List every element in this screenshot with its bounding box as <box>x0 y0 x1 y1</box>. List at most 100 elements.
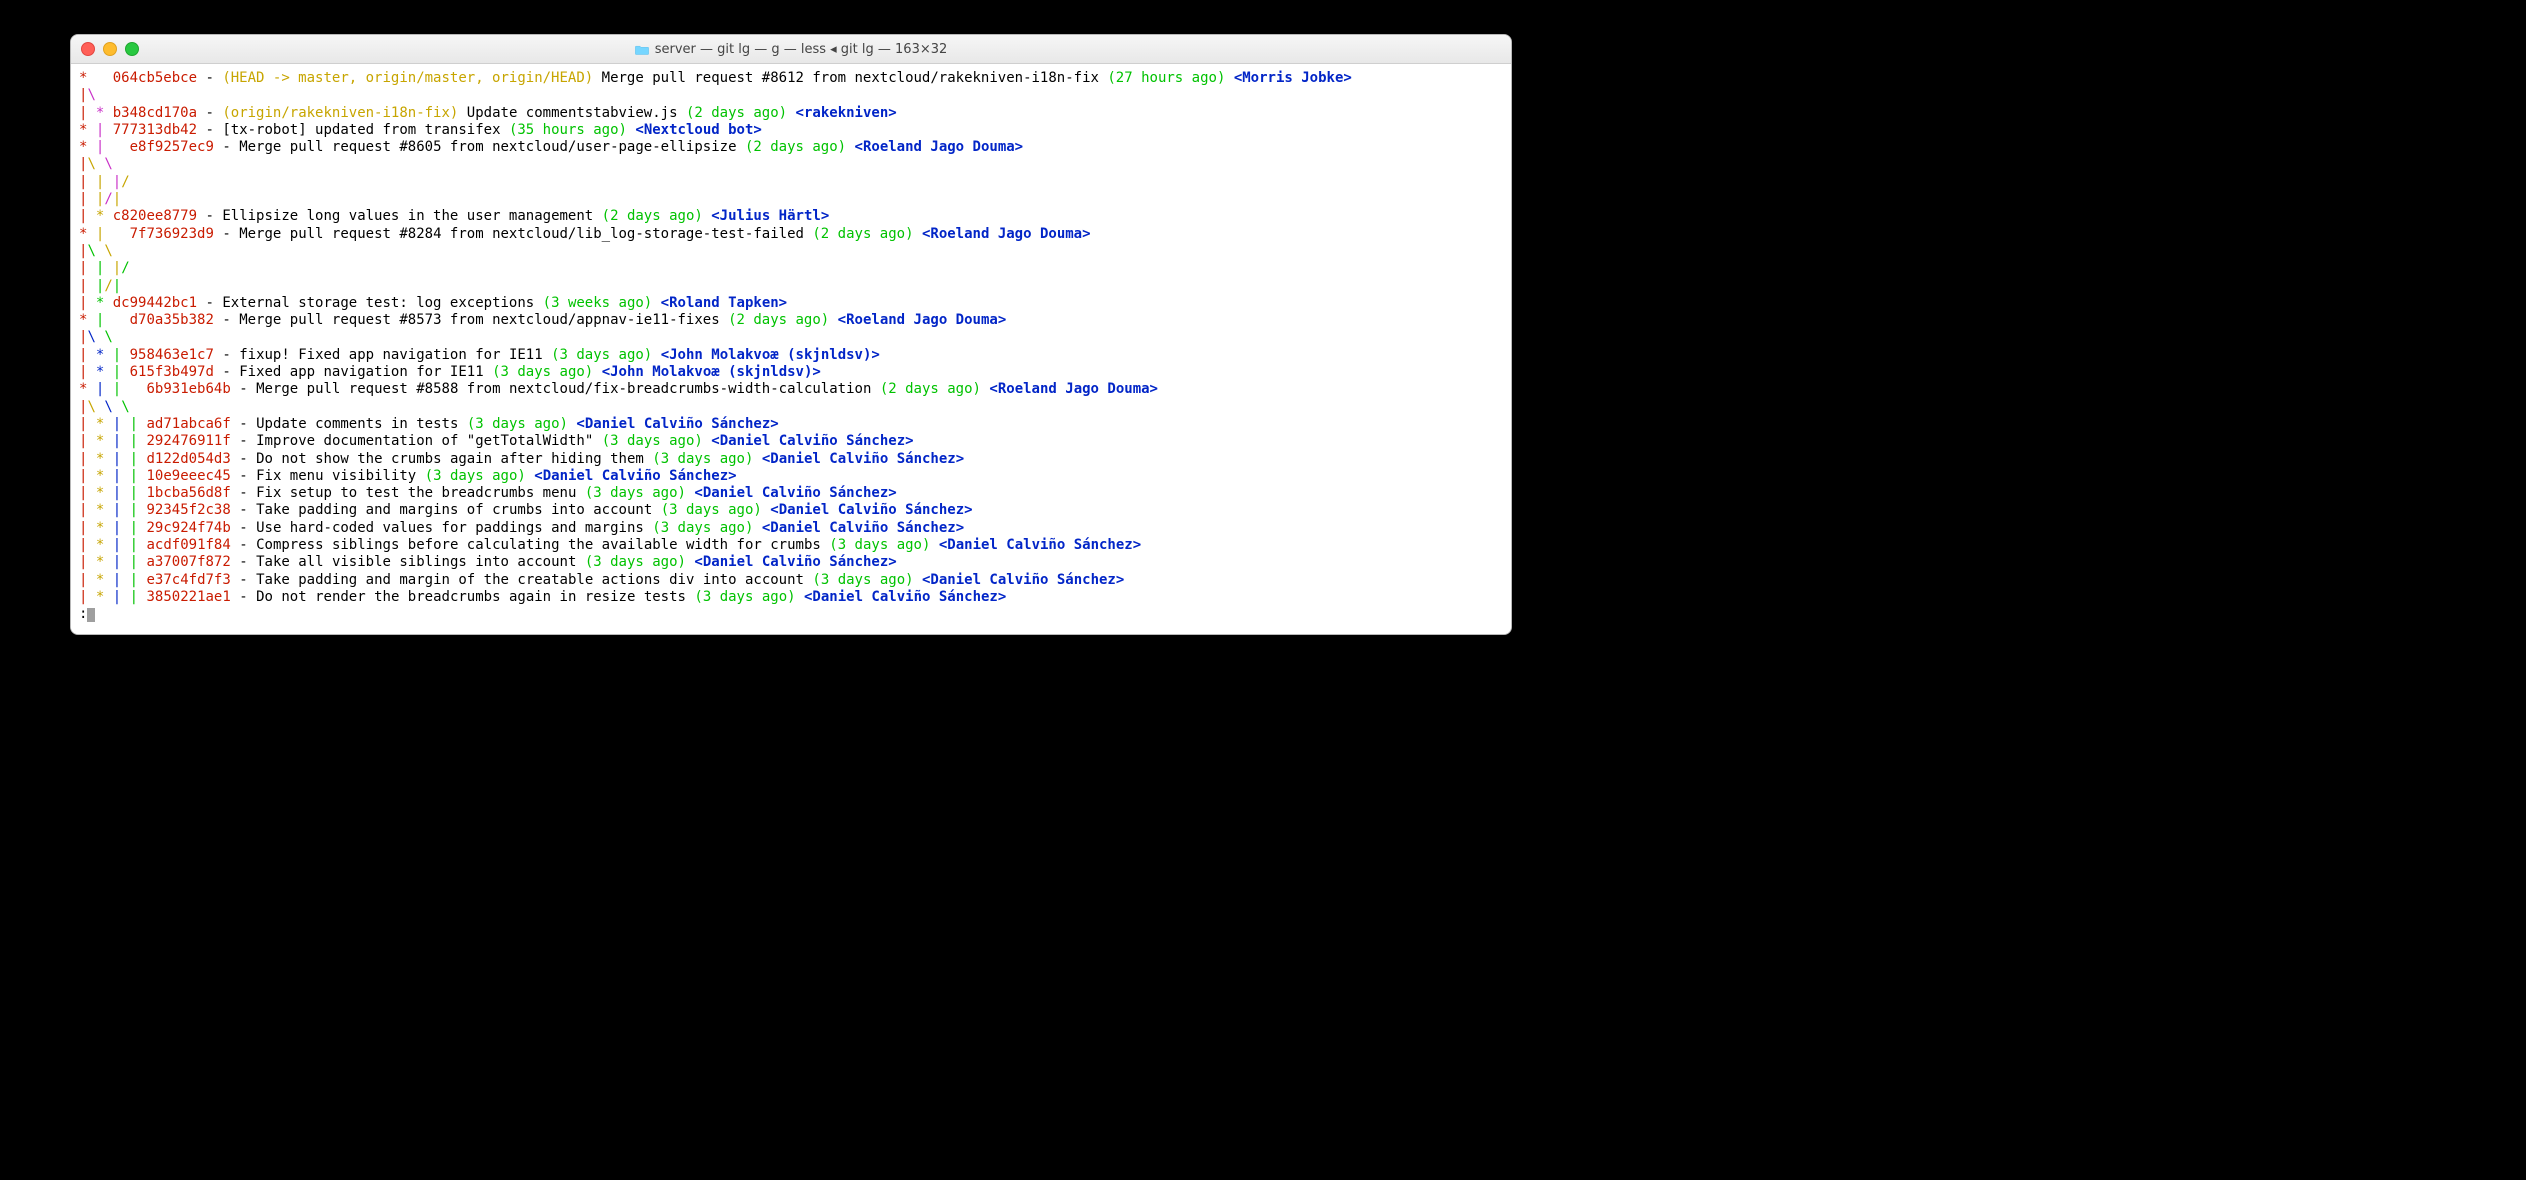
commit-author: <John Molakvoæ (skjnldsv)> <box>602 364 821 380</box>
graph-segment <box>87 364 95 380</box>
commit-age: (3 days ago) <box>829 537 930 553</box>
git-log-graph: | |/| <box>79 278 1503 295</box>
commit-message: Take padding and margins of crumbs into … <box>256 502 652 518</box>
graph-segment <box>87 381 95 397</box>
commit-age: (3 days ago) <box>492 364 593 380</box>
git-log-commit: | * c820ee8779 - Ellipsize long values i… <box>79 208 1503 225</box>
commit-hash: 777313db42 <box>113 122 197 138</box>
commit-author: <Daniel Calviño Sánchez> <box>711 433 913 449</box>
commit-author: <Daniel Calviño Sánchez> <box>762 451 964 467</box>
graph-segment: \ <box>104 156 112 172</box>
git-log-commit: | * | | 10e9eeec45 - Fix menu visibility… <box>79 468 1503 485</box>
graph-segment <box>104 139 129 155</box>
commit-message: Fixed app navigation for IE11 <box>239 364 483 380</box>
graph-segment <box>121 572 129 588</box>
graph-segment: \ <box>87 399 95 415</box>
commit-age: (3 days ago) <box>652 451 753 467</box>
zoom-button[interactable] <box>125 42 139 56</box>
graph-segment: | <box>113 468 121 484</box>
graph-segment <box>87 347 95 363</box>
graph-segment: | <box>113 537 121 553</box>
commit-message: Update commentstabview.js <box>467 105 678 121</box>
commit-author: <rakekniven> <box>796 105 897 121</box>
commit-age: (3 days ago) <box>551 347 652 363</box>
graph-segment <box>104 105 112 121</box>
commit-author: <Daniel Calviño Sánchez> <box>762 520 964 536</box>
graph-segment: | <box>113 554 121 570</box>
graph-segment: | <box>113 347 121 363</box>
graph-segment <box>104 520 112 536</box>
commit-message: Fix menu visibility <box>256 468 416 484</box>
graph-segment: | <box>130 451 138 467</box>
graph-segment: \ <box>87 156 95 172</box>
graph-segment: | <box>130 433 138 449</box>
graph-segment <box>104 174 112 190</box>
graph-segment <box>138 554 146 570</box>
graph-segment <box>87 468 95 484</box>
graph-segment <box>104 502 112 518</box>
commit-message: Improve documentation of "getTotalWidth" <box>256 433 593 449</box>
commit-message: Merge pull request #8573 from nextcloud/… <box>239 312 719 328</box>
commit-hash: b348cd170a <box>113 105 197 121</box>
graph-segment <box>121 537 129 553</box>
commit-hash: acdf091f84 <box>147 537 231 553</box>
graph-segment <box>104 347 112 363</box>
less-prompt[interactable]: : <box>79 606 1503 623</box>
commit-hash: a37007f872 <box>147 554 231 570</box>
commit-hash: e8f9257ec9 <box>130 139 214 155</box>
graph-segment <box>87 122 95 138</box>
graph-segment <box>121 554 129 570</box>
commit-age: (2 days ago) <box>728 312 829 328</box>
graph-segment <box>104 554 112 570</box>
graph-segment <box>87 537 95 553</box>
commit-hash: 10e9eeec45 <box>147 468 231 484</box>
commit-author: <Morris Jobke> <box>1234 70 1352 86</box>
graph-segment <box>104 451 112 467</box>
commit-hash: ad71abca6f <box>147 416 231 432</box>
terminal-content[interactable]: * 064cb5ebce - (HEAD -> master, origin/m… <box>71 64 1511 634</box>
git-log-commit: | * | | 1bcba56d8f - Fix setup to test t… <box>79 485 1503 502</box>
git-log-graph: |\ \ <box>79 243 1503 260</box>
git-log-commit: | * | | 92345f2c38 - Take padding and ma… <box>79 502 1503 519</box>
commit-refs: (origin/rakekniven-i18n-fix) <box>222 105 458 121</box>
commit-hash: 064cb5ebce <box>113 70 197 86</box>
git-log-commit: * | 777313db42 - [tx-robot] updated from… <box>79 122 1503 139</box>
graph-segment <box>87 312 95 328</box>
commit-age: (2 days ago) <box>812 226 913 242</box>
minimize-button[interactable] <box>103 42 117 56</box>
commit-message: Merge pull request #8284 from nextcloud/… <box>239 226 804 242</box>
git-log-commit: | * | 615f3b497d - Fixed app navigation … <box>79 364 1503 381</box>
git-log-graph: | | |/ <box>79 174 1503 191</box>
commit-age: (2 days ago) <box>602 208 703 224</box>
graph-segment <box>104 537 112 553</box>
commit-author: <Daniel Calviño Sánchez> <box>694 554 896 570</box>
graph-segment <box>104 364 112 380</box>
graph-segment: | <box>113 364 121 380</box>
graph-segment <box>104 208 112 224</box>
graph-segment: | <box>113 502 121 518</box>
traffic-lights <box>71 42 139 56</box>
desktop: server — git lg — g — less ◂ git lg — 16… <box>0 0 2526 1180</box>
window-titlebar[interactable]: server — git lg — g — less ◂ git lg — 16… <box>71 35 1511 64</box>
prompt-char: : <box>79 606 87 622</box>
graph-segment <box>87 433 95 449</box>
graph-segment <box>121 589 129 605</box>
commit-author: <Roland Tapken> <box>661 295 787 311</box>
git-log-commit: | * | | 292476911f - Improve documentati… <box>79 433 1503 450</box>
graph-segment <box>104 381 112 397</box>
graph-segment: / <box>104 191 112 207</box>
commit-hash: d70a35b382 <box>130 312 214 328</box>
commit-author: <Roeland Jago Douma> <box>922 226 1091 242</box>
commit-author: <Daniel Calviño Sánchez> <box>804 589 1006 605</box>
graph-segment <box>104 589 112 605</box>
graph-segment: \ <box>121 399 129 415</box>
commit-hash: d122d054d3 <box>147 451 231 467</box>
git-log-commit: | * | | ad71abca6f - Update comments in … <box>79 416 1503 433</box>
commit-hash: e37c4fd7f3 <box>147 572 231 588</box>
window-title-text: server — git lg — g — less ◂ git lg — 16… <box>655 42 948 57</box>
graph-segment <box>121 502 129 518</box>
graph-segment <box>121 416 129 432</box>
close-button[interactable] <box>81 42 95 56</box>
commit-age: (35 hours ago) <box>509 122 627 138</box>
graph-segment <box>87 174 95 190</box>
